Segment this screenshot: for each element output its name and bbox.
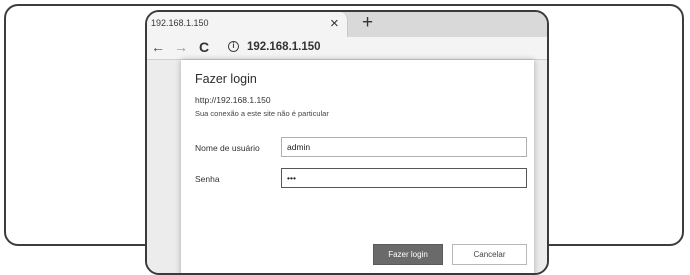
username-field[interactable]: admin bbox=[281, 137, 527, 157]
new-tab-icon[interactable]: + bbox=[362, 13, 373, 33]
browser-window: 192.168.1.150 × + ← → C i 192.168.1.150 … bbox=[145, 10, 549, 275]
cancel-button[interactable]: Cancelar bbox=[452, 244, 527, 265]
browser-toolbar: ← → C i 192.168.1.150 bbox=[147, 37, 547, 60]
address-bar[interactable]: 192.168.1.150 bbox=[247, 41, 321, 53]
connection-warning: Sua conexão a este site não é particular bbox=[195, 109, 329, 118]
browser-tab[interactable]: 192.168.1.150 × bbox=[147, 12, 348, 37]
forward-arrow-icon[interactable]: → bbox=[174, 39, 188, 55]
back-arrow-icon[interactable]: ← bbox=[151, 39, 165, 55]
dialog-url: http://192.168.1.150 bbox=[195, 95, 271, 105]
tab-title: 192.168.1.150 bbox=[151, 18, 209, 28]
password-label: Senha bbox=[195, 174, 220, 184]
dialog-title: Fazer login bbox=[195, 72, 257, 86]
login-dialog: Fazer login http://192.168.1.150 Sua con… bbox=[181, 60, 534, 273]
close-icon[interactable]: × bbox=[330, 15, 339, 33]
password-field[interactable]: ••• bbox=[281, 168, 527, 188]
info-icon[interactable]: i bbox=[228, 41, 239, 52]
username-label: Nome de usuário bbox=[195, 143, 260, 153]
reload-icon[interactable]: C bbox=[199, 39, 209, 55]
tab-strip: 192.168.1.150 × + bbox=[147, 12, 547, 37]
page-content: Fazer login http://192.168.1.150 Sua con… bbox=[147, 60, 547, 273]
login-button[interactable]: Fazer login bbox=[373, 244, 443, 265]
